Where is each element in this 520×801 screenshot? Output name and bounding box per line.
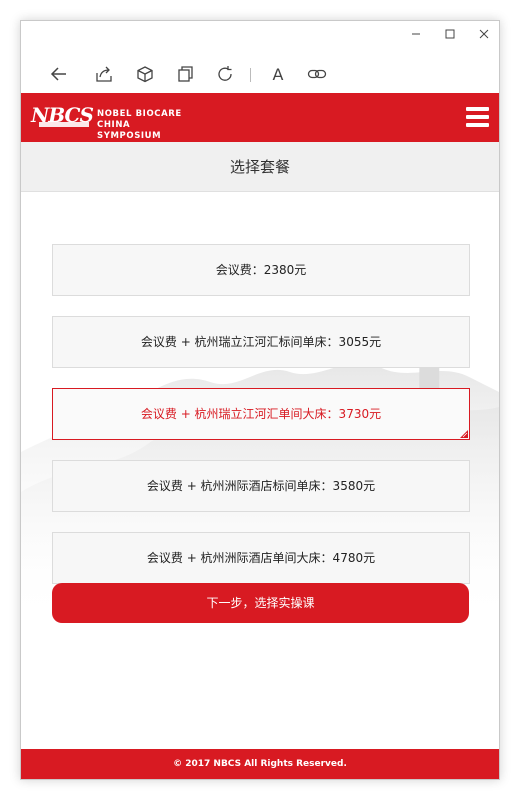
package-option-5[interactable]: 会议费 + 杭州洲际酒店单间大床：4780元 [52, 532, 470, 584]
minimize-icon [412, 33, 420, 35]
logo-line-2: CHINA SYMPOSIUM [97, 120, 162, 141]
logo-badge [39, 122, 89, 127]
selected-corner-icon [460, 430, 468, 438]
package-option-2[interactable]: 会议费 + 杭州瑞立江河汇标间单床：3055元 [52, 316, 470, 368]
font-button[interactable]: A [267, 63, 289, 85]
share-icon [96, 66, 112, 82]
copy-icon [178, 66, 193, 82]
page-title: 选择套餐 [21, 142, 499, 192]
link-button[interactable] [306, 63, 328, 85]
package-selection: 会议费：2380元 会议费 + 杭州瑞立江河汇标间单床：3055元 会议费 + … [21, 192, 499, 749]
maximize-icon [445, 29, 455, 39]
back-button[interactable] [48, 63, 70, 85]
app-header: NBCS NOBEL BIOCARE CHINA SYMPOSIUM [21, 93, 499, 142]
font-icon: A [272, 64, 284, 84]
nbcs-logo[interactable]: NBCS NOBEL BIOCARE CHINA SYMPOSIUM [31, 103, 191, 141]
maximize-button[interactable] [441, 27, 459, 43]
hamburger-menu-button[interactable] [466, 107, 489, 127]
close-icon [479, 29, 489, 39]
browser-toolbar: A [21, 59, 499, 89]
next-step-button[interactable]: 下一步，选择实操课 [52, 583, 469, 623]
minimize-button[interactable] [407, 27, 425, 43]
share-button[interactable] [93, 63, 115, 85]
toolbar-divider [250, 68, 251, 82]
package-option-4[interactable]: 会议费 + 杭州洲际酒店标间单床：3580元 [52, 460, 470, 512]
close-button[interactable] [475, 27, 493, 43]
refresh-icon [218, 66, 232, 81]
title-bar [21, 21, 499, 49]
footer-copyright: © 2017 NBCS All Rights Reserved. [21, 749, 499, 779]
cube-button[interactable] [134, 63, 156, 85]
package-option-3-label: 会议费 + 杭州瑞立江河汇单间大床：3730元 [140, 407, 382, 421]
cube-icon [137, 66, 153, 83]
logo-line-1: NOBEL BIOCARE [97, 109, 182, 119]
browser-window: A NBCS NOBEL BIOCARE CHINA SYMPOSIUM 选择套… [20, 20, 500, 780]
package-option-1[interactable]: 会议费：2380元 [52, 244, 470, 296]
back-arrow-icon [50, 67, 66, 81]
refresh-button[interactable] [214, 63, 236, 85]
link-icon [307, 69, 327, 79]
package-option-3-selected[interactable]: 会议费 + 杭州瑞立江河汇单间大床：3730元 [52, 388, 470, 440]
copy-button[interactable] [174, 63, 196, 85]
